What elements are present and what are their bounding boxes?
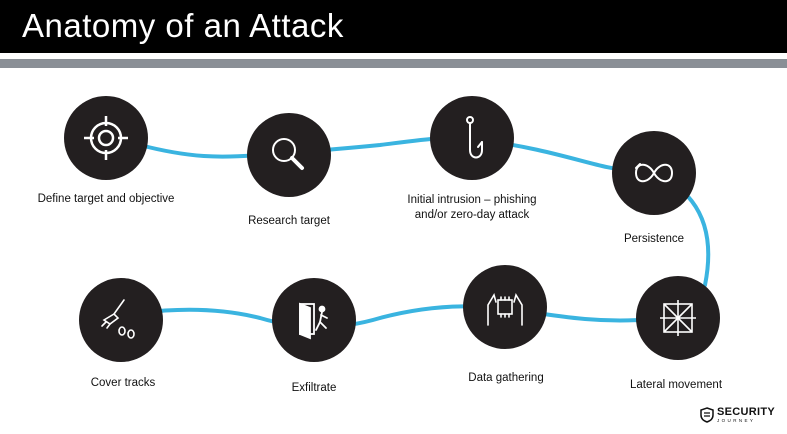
step-define-target [64,96,148,180]
label-cover-tracks: Cover tracks [90,377,156,389]
brand-name: SECURITY [717,405,776,418]
label-exfiltrate: Exfiltrate [291,382,337,394]
step-exfiltrate [272,278,356,362]
shield-icon [700,407,714,423]
step-lateral-movement [636,276,720,360]
label-lateral-movement: Lateral movement [629,379,723,391]
brand-sub: JOURNEY [717,417,756,423]
step-cover-tracks [79,278,163,362]
attack-flow-diagram [64,96,720,362]
label-persistence: Persistence [623,233,685,245]
label-research-target: Research target [248,215,330,227]
brand-logo: SECURITY JOURNEY [700,405,775,425]
expand-arrows-icon [660,300,696,336]
label-data-gathering: Data gathering [468,372,544,384]
step-persistence [612,131,696,215]
label-define-target: Define target and objective [37,193,175,205]
step-initial-intrusion [430,96,514,180]
label-initial-intrusion: Initial intrusion – phishing and/or zero… [407,194,537,221]
step-data-gathering [463,265,547,349]
step-research-target [247,113,331,197]
